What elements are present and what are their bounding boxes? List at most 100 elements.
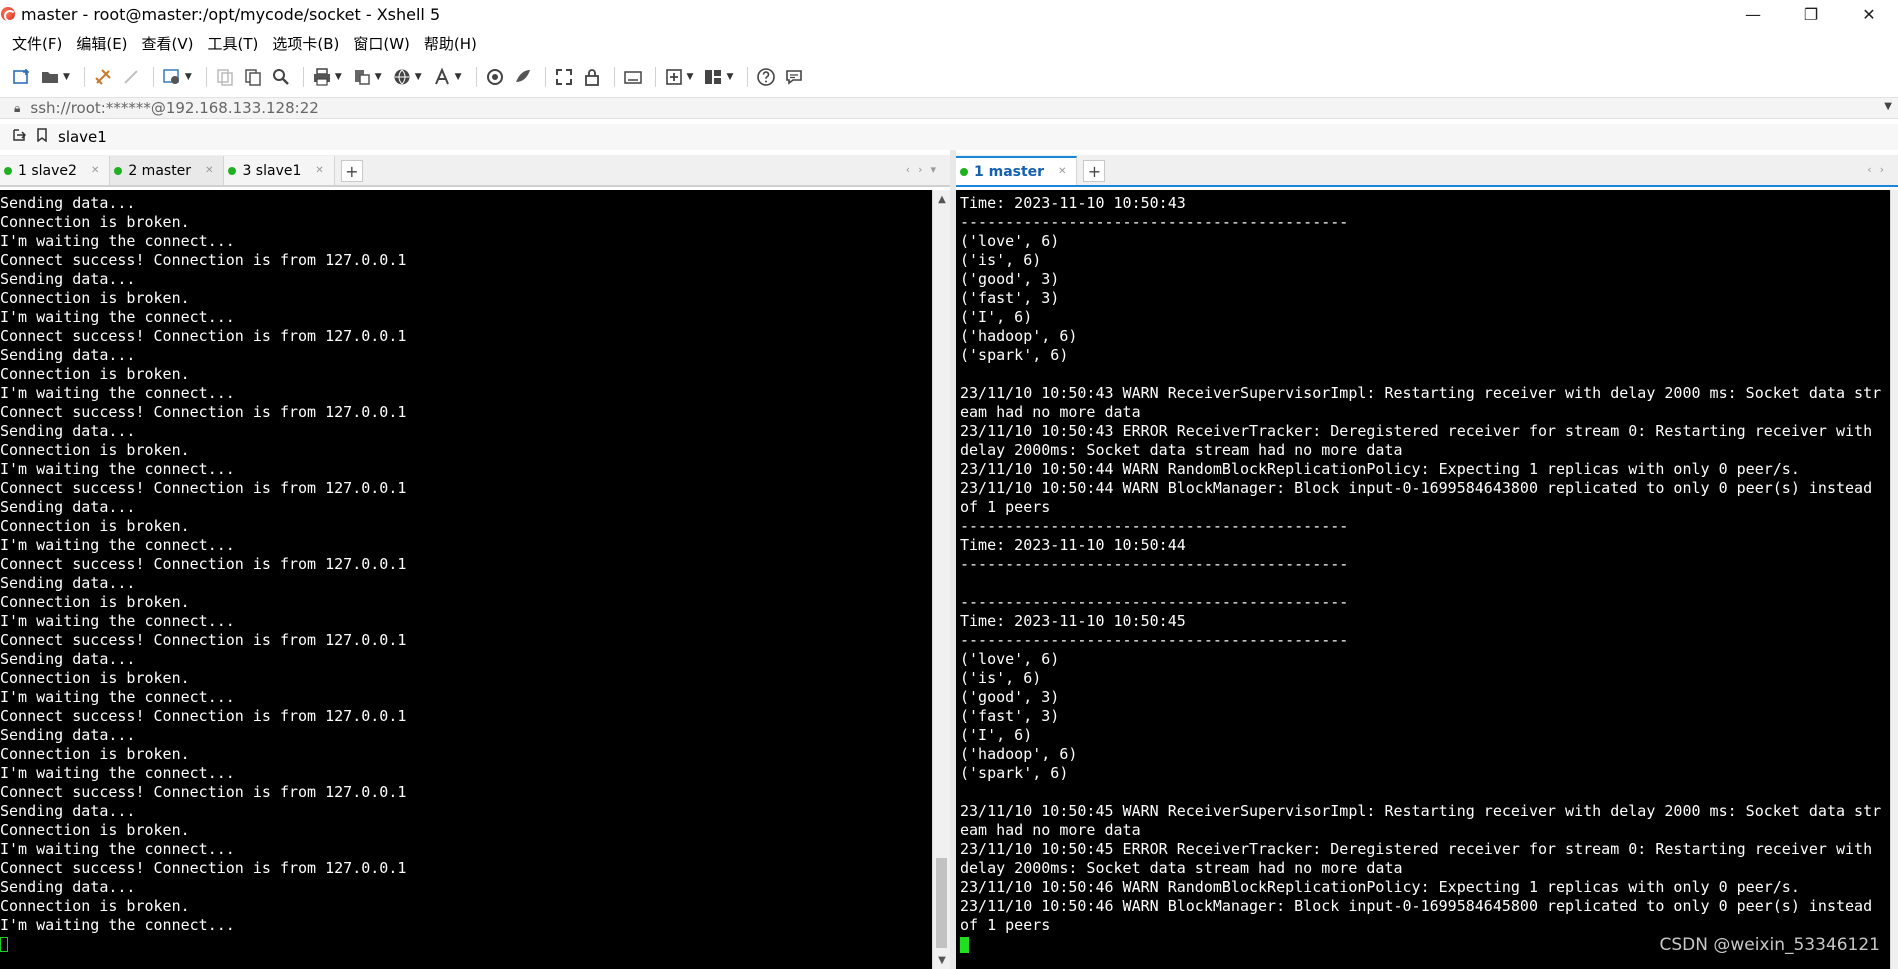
terminal-line: ('is', 6) [960,251,1042,269]
layout-dropdown-icon[interactable]: ▼ [726,72,733,82]
tab-slave2[interactable]: 1 slave2 ✕ [0,156,111,185]
find-icon[interactable] [269,65,293,89]
add-tab-button[interactable]: + [340,160,363,182]
minimize-button[interactable]: — [1724,0,1782,28]
paste-icon[interactable] [241,65,265,89]
terminal-right[interactable]: Time: 2023-11-10 10:50:43 ---------------… [956,190,1890,969]
session-link-slave1[interactable]: slave1 [58,128,107,146]
font-dropdown-icon[interactable]: ▼ [455,72,462,82]
address-input[interactable]: ssh://root:******@192.168.133.128:22 [30,99,318,117]
help-icon[interactable] [754,65,778,89]
toolbar-separator [205,67,207,87]
restore-button[interactable]: ❐ [1782,0,1840,28]
print-dropdown-icon[interactable]: ▼ [335,72,342,82]
terminal-line: 23/11/10 10:50:44 WARN RandomBlockReplic… [960,460,1800,478]
terminal-line: ('good', 3) [960,688,1060,706]
terminal-line: I'm waiting the connect... [0,460,235,478]
terminal-line: Connection is broken. [0,365,190,383]
menu-help[interactable]: 帮助(H) [424,33,477,54]
new-tab-dropdown-icon[interactable]: ▼ [687,72,694,82]
text-cursor [960,936,969,953]
open-folder-icon[interactable] [38,65,62,89]
menu-edit[interactable]: 编辑(E) [76,33,127,54]
terminal-line: Sending data... [0,878,136,896]
address-dropdown-icon[interactable]: ▼ [1884,101,1892,112]
add-tab-button[interactable]: + [1083,160,1106,182]
terminal-line: ('good', 3) [960,270,1060,288]
globe-dropdown-icon[interactable]: ▼ [415,72,422,82]
menu-window[interactable]: 窗口(W) [353,33,410,54]
terminal-line: ('I', 6) [960,726,1033,744]
tab-close-icon[interactable]: ✕ [91,165,99,176]
globe-icon[interactable] [390,65,414,89]
terminal-line: ----------------------------------------… [960,517,1349,535]
scroll-thumb[interactable] [936,858,947,948]
tab-close-icon[interactable]: ✕ [205,165,213,176]
xftp-icon[interactable] [483,65,507,89]
terminal-line: ('fast', 3) [960,707,1060,725]
transfer-icon[interactable] [350,65,374,89]
address-bar[interactable]: 🔒︎ ssh://root:******@192.168.133.128:22 … [0,97,1898,119]
print-icon[interactable] [310,65,334,89]
terminal-left-scrollbar[interactable]: ▲ ▼ [932,190,950,969]
toolbar-separator [747,67,749,87]
properties-gear-icon[interactable] [160,65,184,89]
tab-master[interactable]: 2 master ✕ [110,156,225,185]
terminal-line: Time: 2023-11-10 10:50:45 [960,612,1186,630]
terminal-right-scrollbar[interactable] [1890,190,1898,969]
font-icon[interactable] [430,65,454,89]
terminal-line: eam had no more data [960,403,1141,421]
copy-icon[interactable] [213,65,237,89]
tab-master-right[interactable]: 1 master ✕ [956,156,1078,185]
bookmark-icon [36,128,48,146]
disconnect-icon[interactable] [119,65,143,89]
keyboard-icon[interactable] [621,65,645,89]
title-bar: master - root@master:/opt/mycode/socket … [0,0,1898,28]
terminal-line: ('spark', 6) [960,346,1069,364]
terminal-line: Connect success! Connection is from 127.… [0,859,407,877]
tab-close-icon[interactable]: ✕ [1058,166,1066,177]
properties-dropdown-icon[interactable]: ▼ [185,72,192,82]
menu-tabs[interactable]: 选项卡(B) [272,33,339,54]
open-dropdown-icon[interactable]: ▼ [63,72,70,82]
toolbar: ▼ ▼ ▼ ▼ ▼ ▼ ▼ ▼ [0,62,1898,92]
tab-label: 1 master [974,163,1045,180]
terminal-line: Connection is broken. [0,213,190,231]
tab-label: 3 slave1 [242,162,302,179]
terminal-line: I'm waiting the connect... [0,840,235,858]
new-tab-icon[interactable] [662,65,686,89]
menu-view[interactable]: 查看(V) [142,33,194,54]
chat-icon[interactable] [782,65,806,89]
tab-scroll-arrows-icon[interactable]: ‹› [1867,163,1892,176]
terminal-line: Connect success! Connection is from 127.… [0,631,407,649]
menu-file[interactable]: 文件(F) [12,33,62,54]
terminal-left[interactable]: Sending data... Connection is broken. I'm … [0,190,932,969]
terminal-line: Connect success! Connection is from 127.… [0,327,407,345]
tab-scroll-arrows-icon[interactable]: ‹›▾ [906,163,944,176]
xmanager-icon[interactable] [511,65,535,89]
lock-icon[interactable] [580,65,604,89]
toolbar-separator [544,67,546,87]
menu-bar: 文件(F) 编辑(E) 查看(V) 工具(T) 选项卡(B) 窗口(W) 帮助(… [0,30,1898,56]
terminal-line: I'm waiting the connect... [0,232,235,250]
terminal-line: Sending data... [0,422,136,440]
connect-icon[interactable] [91,65,115,89]
scroll-up-icon[interactable]: ▲ [933,190,951,208]
tab-close-icon[interactable]: ✕ [315,165,323,176]
arrow-into-box-icon[interactable] [12,128,27,146]
tab-slave1[interactable]: 3 slave1 ✕ [224,156,335,185]
terminal-line: ('love', 6) [960,232,1060,250]
terminal-line: delay 2000ms: Socket data stream had no … [960,859,1403,877]
fullscreen-icon[interactable] [552,65,576,89]
transfer-dropdown-icon[interactable]: ▼ [375,72,382,82]
scroll-down-icon[interactable]: ▼ [933,951,951,969]
terminal-line: Connect success! Connection is from 127.… [0,707,407,725]
menu-tools[interactable]: 工具(T) [208,33,259,54]
close-button[interactable]: ✕ [1840,0,1898,28]
terminal-line: 23/11/10 10:50:46 WARN RandomBlockReplic… [960,878,1800,896]
new-session-icon[interactable] [10,65,34,89]
terminal-line: 23/11/10 10:50:44 WARN BlockManager: Blo… [960,479,1873,497]
terminal-line: ----------------------------------------… [960,631,1349,649]
layout-icon[interactable] [701,65,725,89]
